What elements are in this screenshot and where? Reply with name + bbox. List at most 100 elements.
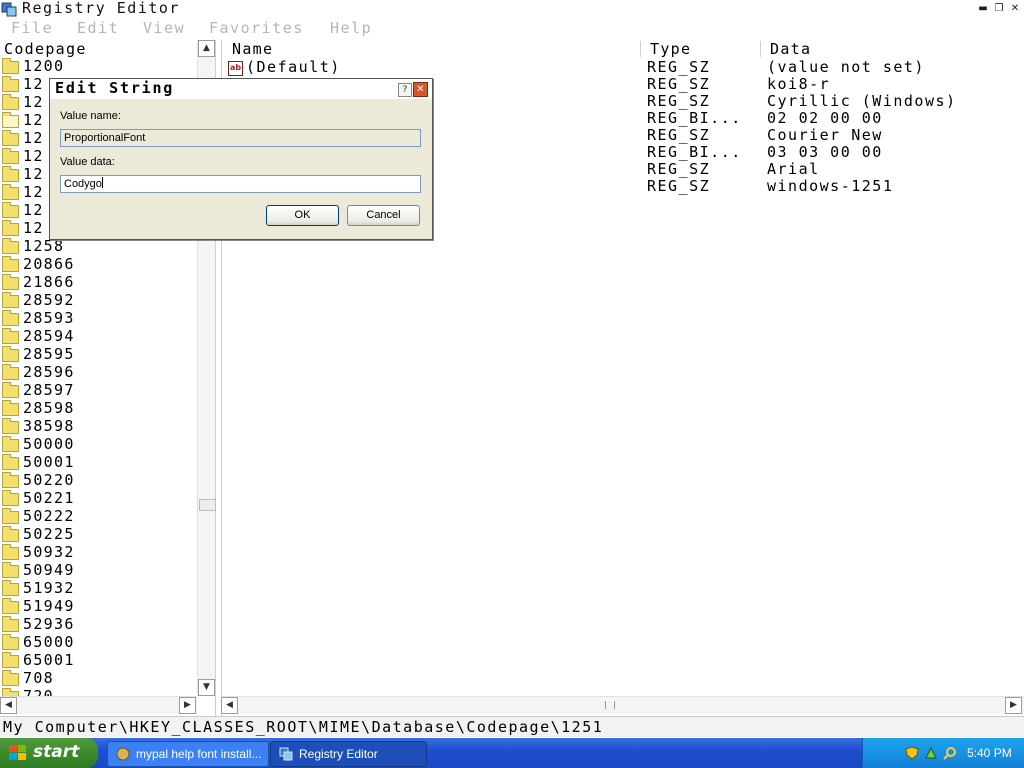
search-icon[interactable]	[943, 746, 957, 760]
tree-item[interactable]: 52936	[0, 615, 196, 634]
taskbar-item-label: Registry Editor	[299, 747, 378, 761]
column-name-header[interactable]: Name	[232, 40, 273, 58]
restore-button[interactable]: ❐	[993, 3, 1005, 15]
menu-favorites[interactable]: Favorites	[209, 19, 304, 37]
column-type-header[interactable]: Type	[650, 40, 691, 58]
tree-item[interactable]: 65000	[0, 633, 196, 652]
tree-horizontal-scrollbar[interactable]: ◀ ▶	[0, 696, 197, 714]
folder-icon	[2, 400, 19, 416]
scroll-up-button[interactable]: ▲	[198, 40, 215, 57]
value-name-label: Value name:	[60, 110, 121, 122]
tree-item[interactable]: 51949	[0, 597, 196, 616]
menu-help[interactable]: Help	[330, 19, 372, 37]
registry-editor-icon	[279, 747, 293, 761]
menu-edit[interactable]: Edit	[77, 19, 119, 37]
cancel-button[interactable]: Cancel	[347, 205, 420, 226]
tree-item-label: 50222	[23, 507, 75, 525]
minimize-button[interactable]: ▬	[977, 3, 989, 15]
dialog-close-button[interactable]: ✕	[413, 82, 428, 97]
tree-item[interactable]: 21866	[0, 273, 196, 292]
column-divider[interactable]	[760, 41, 761, 57]
tree-item[interactable]: 28593	[0, 309, 196, 328]
clock[interactable]: 5:40 PM	[967, 746, 1012, 760]
folder-icon	[2, 616, 19, 632]
tree-item[interactable]: 50222	[0, 507, 196, 526]
folder-icon	[2, 76, 19, 92]
folder-icon	[2, 58, 19, 74]
taskbar-item-mypal[interactable]: mypal help font install...	[107, 741, 269, 767]
scroll-grip-icon[interactable]	[605, 701, 615, 709]
tree-item-label: 51932	[23, 579, 75, 597]
value-row[interactable]: ab (Default) REG_SZ (value not set)	[222, 58, 1022, 77]
taskbar-item-label: mypal help font install...	[136, 747, 262, 761]
tree-item[interactable]: 28597	[0, 381, 196, 400]
taskbar-item-registry-editor[interactable]: Registry Editor	[270, 741, 427, 767]
network-icon[interactable]	[924, 746, 938, 760]
folder-icon	[2, 490, 19, 506]
close-button[interactable]: ✕	[1009, 3, 1021, 15]
tree-item-label: 28598	[23, 399, 75, 417]
status-key-path: My Computer\HKEY_CLASSES_ROOT\MIME\Datab…	[3, 718, 604, 736]
tree-item[interactable]: 50220	[0, 471, 196, 490]
tree-item[interactable]: 50949	[0, 561, 196, 580]
tree-item[interactable]: 38598	[0, 417, 196, 436]
tree-item[interactable]: 50000	[0, 435, 196, 454]
tree-item[interactable]: 28595	[0, 345, 196, 364]
scroll-left-button[interactable]: ◀	[221, 697, 238, 714]
tree-item-label: 12	[23, 183, 44, 201]
folder-icon	[2, 598, 19, 614]
folder-icon	[2, 472, 19, 488]
scroll-left-button[interactable]: ◀	[0, 697, 17, 714]
browser-icon	[116, 747, 130, 761]
scroll-right-button[interactable]: ▶	[1005, 697, 1022, 714]
menu-view[interactable]: View	[143, 19, 185, 37]
tree-item[interactable]: 28598	[0, 399, 196, 418]
tree-item-label: 50220	[23, 471, 75, 489]
tree-current-key[interactable]: Codepage	[4, 40, 87, 58]
tree-scroll-thumb[interactable]	[199, 499, 216, 511]
tree-item[interactable]: 65001	[0, 651, 196, 670]
string-value-icon: ab	[228, 61, 243, 76]
folder-icon	[2, 94, 19, 110]
tree-item[interactable]: 28592	[0, 291, 196, 310]
tree-item[interactable]: 50932	[0, 543, 196, 562]
value-data-input[interactable]: Codygo	[60, 175, 421, 193]
ok-button[interactable]: OK	[266, 205, 339, 226]
folder-icon	[2, 220, 19, 236]
window-title-bar[interactable]: Registry Editor ▬ ❐ ✕	[0, 0, 1024, 19]
value-name-cell: (Default)	[246, 58, 341, 76]
tree-item-label: 20866	[23, 255, 75, 273]
folder-icon	[2, 634, 19, 650]
dialog-title-bar[interactable]: Edit String ? ✕	[50, 79, 432, 99]
tree-item-label: 12	[23, 201, 44, 219]
tree-item-label: 12	[23, 165, 44, 183]
help-button[interactable]: ?	[398, 83, 412, 97]
menu-file[interactable]: File	[11, 19, 53, 37]
tree-item[interactable]: 28594	[0, 327, 196, 346]
dialog-title: Edit String	[55, 79, 175, 97]
tree-item-label: 65001	[23, 651, 75, 669]
scroll-down-button[interactable]: ▼	[198, 679, 215, 696]
tree-item[interactable]: 1200	[0, 58, 196, 76]
tree-item[interactable]: 50221	[0, 489, 196, 508]
value-type-cell: REG_SZ	[647, 92, 711, 110]
tree-item[interactable]: 20866	[0, 255, 196, 274]
value-data-cell: 02 02 00 00	[767, 109, 883, 127]
tree-item-label: 12	[23, 93, 44, 111]
tree-item[interactable]: 50225	[0, 525, 196, 544]
tree-item-label: 50949	[23, 561, 75, 579]
start-button[interactable]: start	[0, 738, 98, 768]
scroll-right-button[interactable]: ▶	[179, 697, 196, 714]
folder-icon	[2, 544, 19, 560]
tree-item[interactable]: 28596	[0, 363, 196, 382]
tree-item[interactable]: 708	[0, 669, 196, 688]
folder-icon	[2, 418, 19, 434]
folder-icon	[2, 238, 19, 254]
tree-item[interactable]: 1258	[0, 237, 196, 256]
column-divider[interactable]	[640, 41, 641, 57]
tree-item[interactable]: 51932	[0, 579, 196, 598]
tree-item[interactable]: 50001	[0, 453, 196, 472]
security-shield-icon[interactable]	[905, 746, 919, 760]
list-horizontal-scrollbar[interactable]: ◀ ▶	[221, 696, 1024, 714]
column-data-header[interactable]: Data	[770, 40, 811, 58]
